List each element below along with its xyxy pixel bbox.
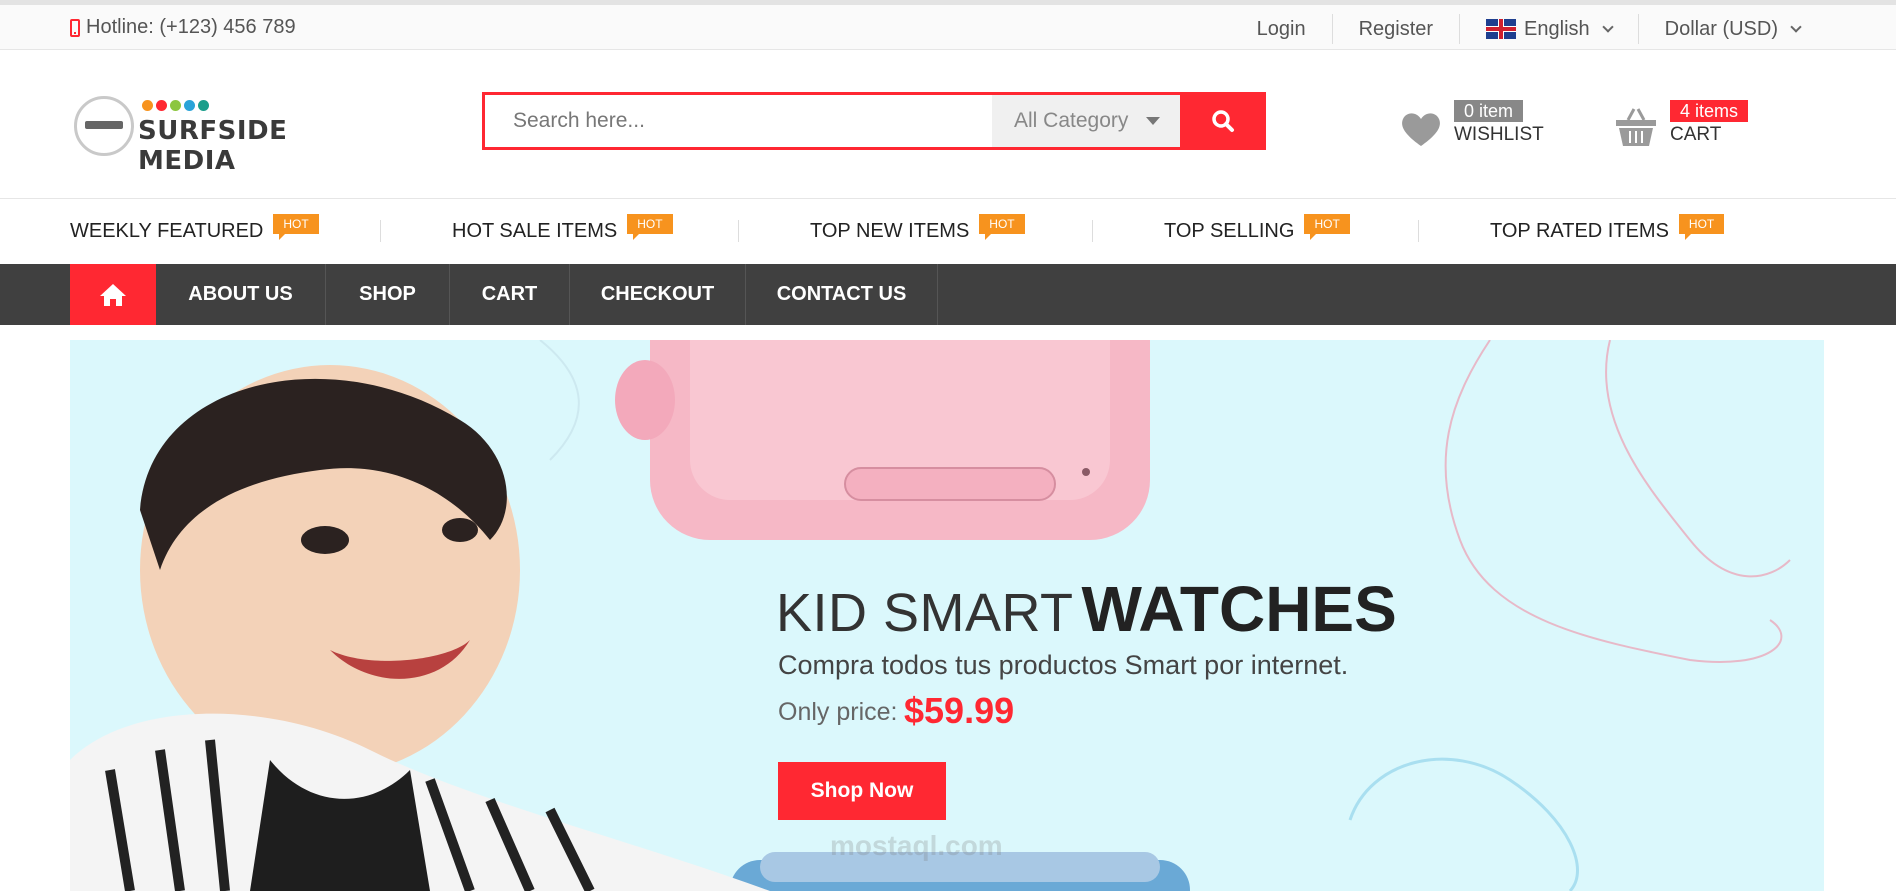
divider [1418, 220, 1419, 242]
divider [380, 220, 381, 242]
banner-price: $59.99 [904, 690, 1015, 731]
wishlist-count: 0 item [1454, 100, 1524, 122]
nav-checkout[interactable]: CHECKOUT [570, 264, 746, 325]
heart-icon [1402, 113, 1440, 146]
chevron-down-icon [1790, 21, 1802, 33]
logo-dot [170, 100, 181, 111]
hot-badge: HOT [979, 214, 1025, 240]
cart[interactable]: 4 items CART [1614, 98, 1784, 158]
wishlist-label: WISHLIST [1454, 124, 1544, 145]
basket-icon [1616, 108, 1656, 146]
logo-dot [142, 100, 153, 111]
category-top-new-items[interactable]: TOP NEW ITEMS HOT [810, 214, 1025, 243]
category-label: TOP RATED ITEMS [1490, 220, 1669, 242]
watermark: mostaql.com [830, 830, 1003, 861]
language-label: English [1524, 18, 1590, 40]
divider [738, 220, 739, 242]
logo[interactable]: SURFSIDE MEDIA [74, 94, 344, 176]
logo-dot [156, 100, 167, 111]
logo-dots [142, 100, 209, 111]
hotline-text: Hotline: (+123) 456 789 [86, 16, 296, 38]
search-bar: All Category [482, 92, 1266, 150]
search-input[interactable] [485, 95, 992, 147]
divider [1092, 220, 1093, 242]
logo-dot [184, 100, 195, 111]
category-label: HOT SALE ITEMS [452, 220, 618, 242]
hotline: Hotline: (+123) 456 789 [70, 16, 296, 39]
top-bar: Hotline: (+123) 456 789 Login Register E… [0, 0, 1896, 50]
main-nav: ABOUT US SHOP CART CHECKOUT CONTACT US [0, 264, 1896, 325]
logo-emblem [74, 96, 134, 156]
register-link[interactable]: Register [1331, 14, 1459, 44]
top-links: Login Register English Dollar (USD) [1231, 10, 1826, 48]
currency-selector[interactable]: Dollar (USD) [1637, 14, 1826, 44]
search-icon [1212, 110, 1234, 132]
header: SURFSIDE MEDIA All Category 0 item WISHL… [0, 50, 1896, 199]
category-top-rated-items[interactable]: TOP RATED ITEMS HOT [1490, 214, 1725, 243]
logo-text: SURFSIDE MEDIA [138, 116, 288, 176]
category-label: WEEKLY FEATURED [70, 220, 264, 242]
cart-label: CART [1670, 124, 1722, 145]
search-button[interactable] [1180, 92, 1266, 150]
hot-badge: HOT [627, 214, 673, 240]
hero-banner: KID SMART WATCHES Compra todos tus produc… [70, 340, 1824, 891]
phone-icon [70, 18, 80, 37]
banner-subtitle: Compra todos tus productos Smart por int… [778, 650, 1349, 680]
nav-contact-us[interactable]: CONTACT US [746, 264, 938, 325]
shop-now-button[interactable]: Shop Now [778, 762, 946, 820]
login-link[interactable]: Login [1231, 14, 1332, 44]
banner-price-label: Only price: [778, 698, 898, 726]
logo-dot [198, 100, 209, 111]
nav-home[interactable] [70, 264, 156, 325]
nav-cart[interactable]: CART [450, 264, 570, 325]
currency-label: Dollar (USD) [1664, 18, 1778, 40]
banner-title-light: KID SMART [776, 583, 1074, 643]
hot-badge: HOT [1678, 214, 1725, 240]
chevron-down-icon [1601, 21, 1614, 33]
category-label: TOP SELLING [1164, 220, 1295, 242]
category-select[interactable]: All Category [992, 95, 1180, 147]
hot-badge: HOT [273, 214, 319, 240]
nav-shop[interactable]: SHOP [326, 264, 450, 325]
nav-about-us[interactable]: ABOUT US [156, 264, 326, 325]
category-label: TOP NEW ITEMS [810, 220, 970, 242]
hot-badge: HOT [1304, 214, 1350, 240]
home-icon [100, 283, 126, 306]
cart-count: 4 items [1670, 100, 1749, 122]
flag-uk-icon [1486, 19, 1517, 39]
category-select-label: All Category [1014, 109, 1129, 132]
category-weekly-featured[interactable]: WEEKLY FEATURED HOT [70, 214, 319, 243]
category-top-selling[interactable]: TOP SELLING HOT [1164, 214, 1350, 243]
banner-title-bold: WATCHES [1081, 573, 1397, 645]
category-strip: WEEKLY FEATURED HOT HOT SALE ITEMS HOT T… [0, 200, 1896, 264]
language-selector[interactable]: English [1459, 14, 1638, 44]
wishlist[interactable]: 0 item WISHLIST [1400, 98, 1560, 158]
caret-down-icon [1146, 117, 1160, 125]
category-hot-sale-items[interactable]: HOT SALE ITEMS HOT [452, 214, 673, 243]
banner-title: KID SMART WATCHES [776, 572, 1397, 646]
